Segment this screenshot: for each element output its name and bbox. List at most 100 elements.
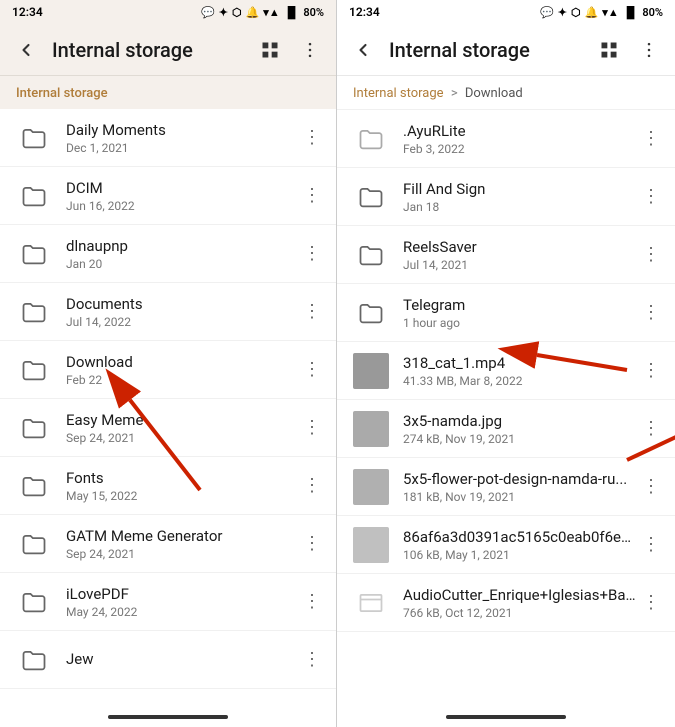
item-more-button[interactable]: ⋮ <box>639 475 663 499</box>
right-breadcrumb-bar: Internal storage > Download <box>337 76 675 110</box>
file-info: Fill And Sign Jan 18 <box>403 180 639 214</box>
item-more-button[interactable]: ⋮ <box>639 591 663 615</box>
folder-icon <box>16 468 52 504</box>
file-info: 5x5-flower-pot-design-namda-ru... 181 kB… <box>403 470 639 504</box>
item-more-button[interactable]: ⋮ <box>639 301 663 325</box>
item-more-button[interactable]: ⋮ <box>639 127 663 151</box>
file-info: 3x5-namda.jpg 274 kB, Nov 19, 2021 <box>403 412 639 446</box>
telegram-folder-item[interactable]: Telegram 1 hour ago ⋮ <box>337 284 675 342</box>
whatsapp-icon-r: 💬 <box>540 6 554 19</box>
item-more-button[interactable]: ⋮ <box>639 185 663 209</box>
right-more-options-button[interactable] <box>635 36 663 64</box>
right-status-icons: 💬 ✦ ⬡ 🔔 ▾▲ ▐▌ 80% <box>540 6 663 19</box>
file-thumbnail <box>353 411 389 447</box>
list-item[interactable]: Easy Meme Sep 24, 2021 ⋮ <box>0 399 336 457</box>
list-item[interactable]: 86af6a3d0391ac5165c0eab0f6e3... 106 kB, … <box>337 516 675 574</box>
breadcrumb-download: Download <box>465 86 523 101</box>
file-info: 86af6a3d0391ac5165c0eab0f6e3... 106 kB, … <box>403 528 639 562</box>
file-info: Fonts May 15, 2022 <box>66 469 300 503</box>
item-more-button[interactable]: ⋮ <box>300 416 324 440</box>
list-item[interactable]: Fonts May 15, 2022 ⋮ <box>0 457 336 515</box>
battery-left: 80% <box>303 6 324 19</box>
item-more-button[interactable]: ⋮ <box>300 532 324 556</box>
folder-icon <box>16 352 52 388</box>
folder-icon <box>16 526 52 562</box>
list-item[interactable]: ReelsSaver Jul 14, 2021 ⋮ <box>337 226 675 284</box>
left-more-options-button[interactable] <box>296 36 324 64</box>
bell-icon: 🔔 <box>246 6 260 19</box>
folder-icon <box>16 584 52 620</box>
item-more-button[interactable]: ⋮ <box>300 590 324 614</box>
left-time: 12:34 <box>12 5 43 19</box>
right-grid-view-button[interactable] <box>595 36 623 64</box>
left-back-button[interactable] <box>12 36 40 64</box>
item-more-button[interactable]: ⋮ <box>639 243 663 267</box>
cast-icon: ⬡ <box>232 6 242 19</box>
item-more-button[interactable]: ⋮ <box>300 242 324 266</box>
list-item[interactable]: AudioCutter_Enrique+Iglesias+Bail... 766… <box>337 574 675 632</box>
list-item[interactable]: Jew ⋮ <box>0 631 336 689</box>
item-more-button[interactable]: ⋮ <box>639 359 663 383</box>
left-nav-home <box>0 707 336 727</box>
file-info: .AyuRLite Feb 3, 2022 <box>403 122 639 156</box>
list-item[interactable]: 318_cat_1.mp4 41.33 MB, Mar 8, 2022 ⋮ <box>337 342 675 400</box>
left-grid-view-button[interactable] <box>256 36 284 64</box>
list-item[interactable]: dlnaupnp Jan 20 ⋮ <box>0 225 336 283</box>
file-info: Daily Moments Dec 1, 2021 <box>66 121 300 155</box>
list-item[interactable]: GATM Meme Generator Sep 24, 2021 ⋮ <box>0 515 336 573</box>
list-item[interactable]: 3x5-namda.jpg 274 kB, Nov 19, 2021 ⋮ <box>337 400 675 458</box>
item-more-button[interactable]: ⋮ <box>300 300 324 324</box>
folder-icon <box>16 236 52 272</box>
left-status-bar: 12:34 💬 ✦ ⬡ 🔔 ▾▲ ▐▌ 80% <box>0 0 336 24</box>
right-status-bar: 12:34 💬 ✦ ⬡ 🔔 ▾▲ ▐▌ 80% <box>337 0 675 24</box>
breadcrumb-internal-storage[interactable]: Internal storage <box>353 86 444 101</box>
left-page-title: Internal storage <box>52 38 244 62</box>
wifi-icon-r: ▾▲ <box>602 6 618 19</box>
folder-icon <box>16 178 52 214</box>
right-back-button[interactable] <box>349 36 377 64</box>
file-thumbnail <box>353 527 389 563</box>
file-info: Download Feb 22 <box>66 353 300 387</box>
folder-icon <box>16 294 52 330</box>
file-info: Jew <box>66 650 300 670</box>
item-more-button[interactable]: ⋮ <box>300 474 324 498</box>
list-item[interactable]: .AyuRLite Feb 3, 2022 ⋮ <box>337 110 675 168</box>
list-item[interactable]: Daily Moments Dec 1, 2021 ⋮ <box>0 109 336 167</box>
item-more-button[interactable]: ⋮ <box>639 417 663 441</box>
item-more-button[interactable]: ⋮ <box>639 533 663 557</box>
file-info: ReelsSaver Jul 14, 2021 <box>403 238 639 272</box>
item-more-button[interactable]: ⋮ <box>300 126 324 150</box>
item-more-button[interactable]: ⋮ <box>300 184 324 208</box>
file-info: Documents Jul 14, 2022 <box>66 295 300 329</box>
file-info: DCIM Jun 16, 2022 <box>66 179 300 213</box>
file-info: iLovePDF May 24, 2022 <box>66 585 300 619</box>
battery-right: 80% <box>642 6 663 19</box>
location-icon-r: ✦ <box>558 6 567 19</box>
list-item[interactable]: DCIM Jun 16, 2022 ⋮ <box>0 167 336 225</box>
item-more-button[interactable]: ⋮ <box>300 358 324 382</box>
file-info: Easy Meme Sep 24, 2021 <box>66 411 300 445</box>
list-item[interactable]: Documents Jul 14, 2022 ⋮ <box>0 283 336 341</box>
file-thumbnail <box>353 353 389 389</box>
folder-icon <box>353 295 389 331</box>
list-item[interactable]: Fill And Sign Jan 18 ⋮ <box>337 168 675 226</box>
download-folder-item[interactable]: Download Feb 22 ⋮ <box>0 341 336 399</box>
home-bar <box>446 715 566 719</box>
right-nav-home <box>337 707 675 727</box>
file-info: GATM Meme Generator Sep 24, 2021 <box>66 527 300 561</box>
bell-icon-r: 🔔 <box>585 6 599 19</box>
folder-icon <box>16 642 52 678</box>
right-time: 12:34 <box>349 5 380 19</box>
item-more-button[interactable]: ⋮ <box>300 648 324 672</box>
left-breadcrumb[interactable]: Internal storage <box>0 76 336 109</box>
signal-icon: ▐▌ <box>284 6 300 19</box>
left-app-bar: Internal storage <box>0 24 336 76</box>
list-item[interactable]: iLovePDF May 24, 2022 ⋮ <box>0 573 336 631</box>
file-info: dlnaupnp Jan 20 <box>66 237 300 271</box>
right-app-bar: Internal storage <box>337 24 675 76</box>
list-item[interactable]: 5x5-flower-pot-design-namda-ru... 181 kB… <box>337 458 675 516</box>
file-info: AudioCutter_Enrique+Iglesias+Bail... 766… <box>403 586 639 620</box>
file-info: 318_cat_1.mp4 41.33 MB, Mar 8, 2022 <box>403 354 639 388</box>
wifi-icon: ▾▲ <box>263 6 279 19</box>
cast-icon-r: ⬡ <box>571 6 581 19</box>
